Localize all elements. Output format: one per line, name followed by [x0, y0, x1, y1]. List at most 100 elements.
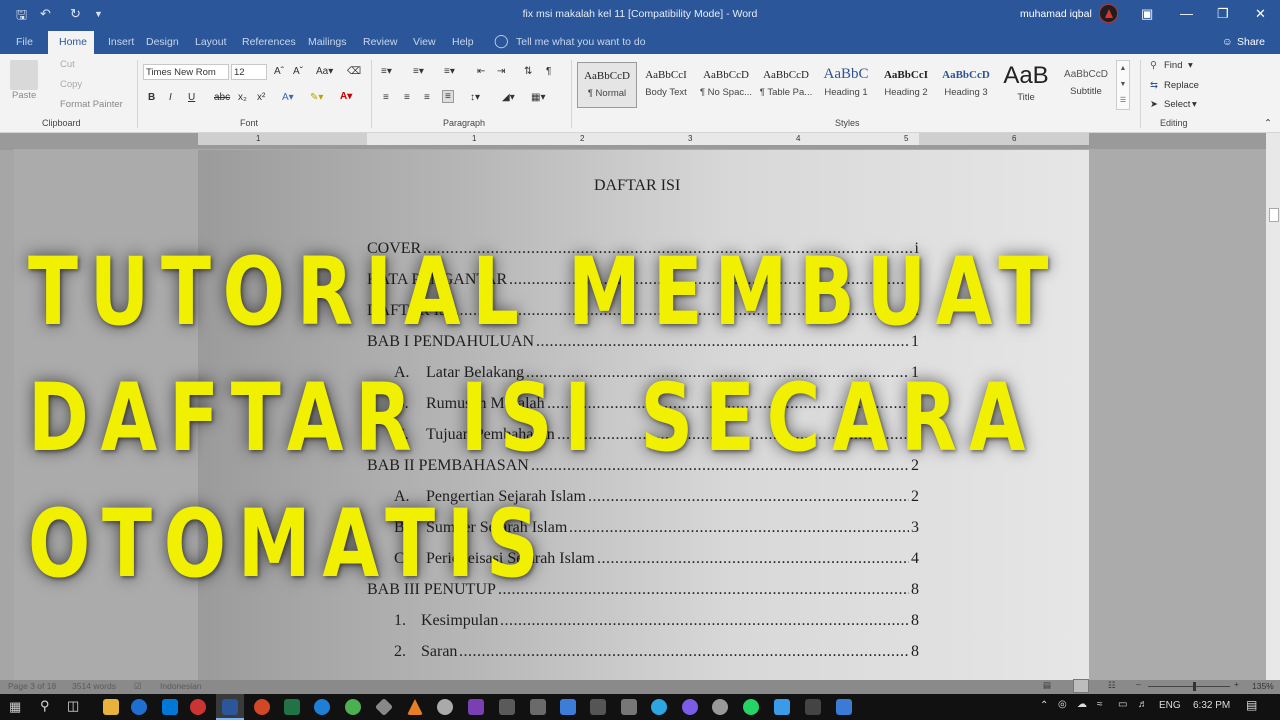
vertical-ruler[interactable] — [0, 150, 14, 680]
style-no-spacing[interactable]: AaBbCcD ¶ No Spac... — [697, 62, 755, 106]
italic-icon[interactable]: I — [169, 92, 172, 103]
increase-indent-icon[interactable]: ⇥ — [497, 66, 505, 77]
vertical-scrollbar[interactable] — [1266, 133, 1280, 680]
tab-layout[interactable]: Layout — [195, 36, 227, 48]
decrease-indent-icon[interactable]: ⇤ — [477, 66, 485, 77]
collapse-ribbon-icon[interactable]: ⌃ — [1264, 118, 1272, 129]
sort-icon[interactable]: ⇅ — [524, 66, 532, 77]
ribbon-display-options-icon[interactable]: ▣ — [1141, 6, 1153, 22]
bold-icon[interactable]: B — [148, 92, 155, 103]
windows-start-icon[interactable]: ▦ — [9, 699, 21, 715]
volume-icon[interactable]: ♬ — [1138, 699, 1148, 710]
align-left-icon[interactable]: ≡ — [383, 92, 389, 103]
style-heading-3[interactable]: AaBbCcD Heading 3 — [937, 62, 995, 106]
task-view-icon[interactable]: ◫ — [67, 698, 79, 714]
highlight-icon[interactable]: ✎▾ — [310, 92, 323, 103]
wifi-icon[interactable]: ≈ — [1097, 699, 1103, 710]
app-icon[interactable] — [712, 699, 728, 715]
find-icon[interactable]: ⚲ — [1150, 60, 1157, 71]
chrome-icon[interactable] — [345, 699, 361, 715]
style-heading-2[interactable]: AaBbCcI Heading 2 — [877, 62, 935, 106]
app-icon[interactable] — [621, 699, 637, 715]
tab-insert[interactable]: Insert — [108, 36, 134, 48]
underline-icon[interactable]: U — [188, 92, 195, 103]
onedrive-icon[interactable]: ☁ — [1077, 699, 1087, 710]
tab-view[interactable]: View — [413, 36, 436, 48]
bullets-icon[interactable]: ≡▾ — [381, 66, 392, 77]
input-language[interactable]: ENG — [1159, 700, 1181, 711]
minimize-icon[interactable]: — — [1180, 6, 1193, 21]
word-taskbar-active[interactable] — [216, 694, 244, 720]
clear-formatting-icon[interactable]: ⌫ — [347, 66, 361, 77]
app-icon[interactable] — [374, 697, 394, 717]
numbering-icon[interactable]: ≡▾ — [413, 66, 424, 77]
chevron-down-icon[interactable]: ▾ — [1188, 60, 1193, 71]
avatar[interactable] — [1099, 4, 1118, 23]
app-icon[interactable] — [560, 699, 576, 715]
style-heading-1[interactable]: AaBbC Heading 1 — [817, 62, 875, 106]
style-body-text[interactable]: AaBbCcI Body Text — [637, 62, 695, 106]
whatsapp-icon[interactable] — [743, 699, 759, 715]
format-painter-button[interactable]: Format Painter — [60, 99, 123, 110]
tab-help[interactable]: Help — [452, 36, 474, 48]
print-layout-icon[interactable] — [1073, 679, 1089, 693]
justify-icon[interactable]: ≡ — [442, 90, 454, 103]
telegram-icon[interactable] — [651, 699, 667, 715]
app-icon[interactable] — [437, 699, 453, 715]
battery-icon[interactable]: ▭ — [1118, 699, 1127, 710]
font-color-icon[interactable]: A▾ — [340, 91, 352, 102]
edge-icon[interactable] — [131, 699, 147, 715]
app-icon[interactable] — [530, 699, 546, 715]
excel-icon[interactable] — [284, 699, 300, 715]
text-effects-icon[interactable]: A▾ — [282, 92, 294, 103]
find-button[interactable]: Find — [1164, 60, 1182, 71]
terminal-icon[interactable] — [590, 699, 606, 715]
strikethrough-icon[interactable]: abc — [214, 92, 230, 103]
zoom-slider[interactable] — [1148, 686, 1230, 687]
style-subtitle[interactable]: AaBbCcD Subtitle — [1057, 62, 1115, 106]
cut-button[interactable]: Cut — [60, 59, 75, 70]
replace-button[interactable]: Replace — [1164, 80, 1199, 91]
zoom-level[interactable]: 135% — [1252, 681, 1274, 691]
line-spacing-icon[interactable]: ↕▾ — [470, 92, 480, 103]
change-case-icon[interactable]: Aa▾ — [316, 66, 333, 77]
shrink-font-icon[interactable]: Aˇ — [293, 66, 303, 77]
share-icon[interactable]: ☺ — [1222, 36, 1233, 48]
show-formatting-icon[interactable]: ¶ — [546, 66, 551, 77]
page-count[interactable]: Page 3 of 18 — [8, 681, 56, 691]
vlc-icon[interactable] — [407, 699, 423, 715]
user-name[interactable]: muhamad iqbal — [1020, 8, 1092, 20]
tab-home[interactable]: Home — [59, 36, 87, 48]
notifications-icon[interactable]: ▤ — [1246, 698, 1257, 712]
superscript-icon[interactable]: x² — [257, 92, 265, 103]
tab-references[interactable]: References — [242, 36, 296, 48]
premiere-icon[interactable] — [468, 699, 484, 715]
style-title[interactable]: AaB Title — [997, 62, 1055, 106]
read-mode-icon[interactable]: ▤ — [1043, 680, 1051, 691]
tab-mailings[interactable]: Mailings — [308, 36, 347, 48]
app-icon[interactable] — [805, 699, 821, 715]
paste-button[interactable]: Paste — [12, 90, 36, 101]
style-table-paragraph[interactable]: AaBbCcD ¶ Table Pa... — [757, 62, 815, 106]
shading-icon[interactable]: ◢▾ — [502, 92, 515, 103]
subscript-icon[interactable]: x₂ — [238, 92, 247, 103]
restore-icon[interactable]: ❐ — [1217, 6, 1229, 22]
zoom-slider-thumb[interactable] — [1192, 682, 1196, 691]
powerpoint-icon[interactable] — [254, 699, 270, 715]
file-explorer-icon[interactable] — [103, 699, 119, 715]
network-icon[interactable]: ◎ — [1058, 699, 1067, 710]
scrollbar-thumb[interactable] — [1269, 208, 1279, 222]
proofing-icon[interactable]: ☑ — [134, 681, 142, 692]
messenger-icon[interactable] — [682, 699, 698, 715]
photos-icon[interactable] — [836, 699, 852, 715]
font-size-select[interactable]: 12 — [231, 64, 267, 80]
clock-time[interactable]: 6:32 PM — [1193, 700, 1230, 711]
word-count[interactable]: 3514 words — [72, 681, 116, 691]
share-button[interactable]: Share — [1237, 36, 1265, 48]
copy-button[interactable]: Copy — [60, 79, 82, 90]
style-normal[interactable]: AaBbCcD ¶ Normal — [577, 62, 637, 108]
chevron-down-icon[interactable]: ▾ — [1192, 99, 1197, 110]
borders-icon[interactable]: ▦▾ — [531, 92, 545, 103]
tab-review[interactable]: Review — [363, 36, 397, 48]
horizontal-ruler[interactable]: 1 1 2 3 4 5 6 — [0, 133, 1280, 149]
